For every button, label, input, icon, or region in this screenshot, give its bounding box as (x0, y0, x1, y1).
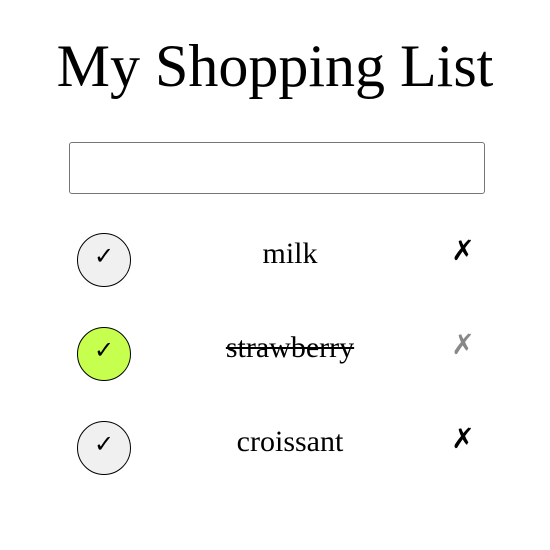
delete-icon[interactable]: ✗ (448, 327, 478, 367)
item-label: strawberry (225, 331, 355, 364)
checkmark-icon: ✓ (93, 242, 115, 270)
check-button[interactable]: ✓ (77, 327, 131, 381)
check-button[interactable]: ✓ (77, 421, 131, 475)
item-label: milk (262, 237, 318, 270)
list-item: ✓ milk ✗ (0, 233, 550, 293)
new-item-input[interactable] (69, 142, 485, 194)
item-label: croissant (236, 425, 344, 458)
list-item: ✓ croissant ✗ (0, 421, 550, 481)
page-title: My Shopping List (56, 33, 494, 99)
delete-icon[interactable]: ✗ (448, 233, 478, 273)
checkmark-icon: ✓ (93, 336, 115, 364)
list-item: ✓ strawberry ✗ (0, 327, 550, 387)
check-button[interactable]: ✓ (77, 233, 131, 287)
delete-icon[interactable]: ✗ (448, 421, 478, 461)
checkmark-icon: ✓ (93, 430, 115, 458)
